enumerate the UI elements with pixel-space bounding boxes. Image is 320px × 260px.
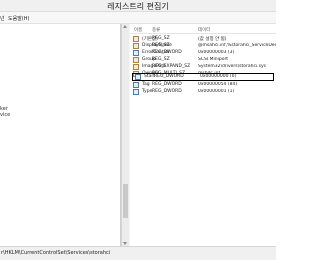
value-data: SCSI Miniport bbox=[198, 57, 229, 62]
scroll-down-arrow-icon[interactable] bbox=[123, 242, 127, 245]
column-header-data[interactable]: 데이터 bbox=[198, 27, 210, 33]
value-data: @msahci.inf,%storahci_ServiceDescription… bbox=[198, 43, 276, 48]
value-name: Tag bbox=[142, 82, 150, 87]
value-type: REG_EXPAND_SZ bbox=[152, 64, 191, 69]
menu-item-help[interactable]: 도움말(H) bbox=[8, 15, 29, 22]
list-header: 이름 종류 데이터 bbox=[130, 24, 276, 34]
tree-item-partial[interactable]: vice bbox=[0, 112, 10, 118]
tree-vertical-scrollbar[interactable] bbox=[121, 24, 129, 246]
value-data: System32\drivers\storahci.sys bbox=[198, 64, 266, 69]
value-data: 0x00000001 (1) bbox=[198, 89, 235, 94]
registry-editor-window: 레지스트리 편집기 넌 도움말(H) ker vice 이름 종류 데이터 (기… bbox=[0, 0, 276, 260]
menu-item-favorites-partial[interactable]: 넌 bbox=[0, 15, 5, 22]
binary-value-icon bbox=[133, 89, 139, 95]
window-title: 레지스트리 편집기 bbox=[107, 2, 169, 11]
value-type: REG_SZ bbox=[152, 43, 170, 48]
column-header-name[interactable]: 이름 bbox=[134, 27, 142, 33]
title-bar: 레지스트리 편집기 bbox=[0, 0, 276, 12]
value-type: REG_DWORD bbox=[152, 89, 182, 94]
value-data: 0x00000000 (0) bbox=[200, 74, 237, 79]
value-data: 0x00000003 (3) bbox=[198, 50, 235, 55]
binary-value-icon bbox=[135, 74, 141, 80]
registry-key-tree[interactable]: ker vice bbox=[0, 24, 121, 246]
value-type: REG_SZ bbox=[152, 36, 170, 41]
value-row-start[interactable]: Start REG_DWORD 0x00000000 (0) bbox=[132, 73, 274, 81]
status-key-path: r\HKLM\CurrentControlSet\Services\storah… bbox=[1, 250, 111, 256]
menu-bar: 넌 도움말(H) bbox=[0, 12, 276, 24]
column-header-type[interactable]: 종류 bbox=[152, 27, 160, 33]
status-bar: r\HKLM\CurrentControlSet\Services\storah… bbox=[0, 246, 276, 260]
scrollbar-thumb[interactable] bbox=[123, 184, 128, 218]
value-data: 0x00000054 (84) bbox=[198, 82, 238, 87]
value-type: REG_DWORD bbox=[152, 82, 182, 87]
value-type: REG_DWORD bbox=[152, 50, 182, 55]
value-type: REG_SZ bbox=[152, 57, 170, 62]
value-type: REG_DWORD bbox=[154, 74, 184, 79]
scroll-up-arrow-icon[interactable] bbox=[123, 25, 127, 28]
value-row-type[interactable]: Type REG_DWORD 0x00000001 (1) bbox=[130, 88, 276, 96]
registry-values-list[interactable]: 이름 종류 데이터 (기본값) REG_SZ (값 설정 안 됨) Displa… bbox=[130, 24, 276, 246]
value-name: Type bbox=[142, 89, 153, 94]
